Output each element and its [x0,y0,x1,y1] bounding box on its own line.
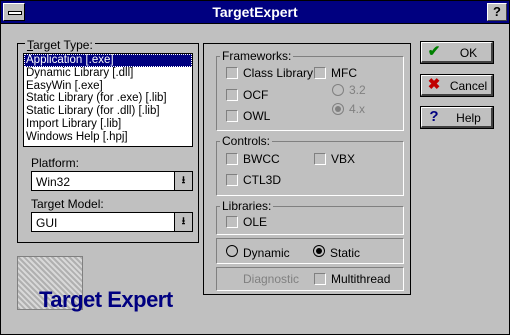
target-expert-dialog: TargetExpert ? Target Type: Application … [0,0,510,335]
vbx-label: VBX [331,152,356,166]
chevron-down-icon[interactable]: ⭳ [174,213,192,231]
owl-label: OWL [243,109,271,123]
dynamic-radio[interactable] [226,245,238,257]
list-item[interactable]: Windows Help [.hpj] [24,131,192,144]
libraries-label: Libraries: [220,199,274,213]
target-model-label: Target Model: [31,197,104,211]
ok-button[interactable]: ✔ OK [421,42,493,63]
multithread-checkbox[interactable] [314,273,326,285]
mfc-version-4x-label: 4.x [349,102,366,116]
cancel-button[interactable]: ✖ Cancel [421,75,493,96]
title-bar: TargetExpert ? [1,1,509,24]
mfc-checkbox[interactable] [314,67,326,79]
multithread-label: Multithread [331,272,391,286]
checkmark-icon: ✔ [427,43,441,60]
class-library-checkbox[interactable] [226,67,238,79]
static-radio[interactable] [313,245,325,257]
static-label: Static [330,246,361,260]
platform-label: Platform: [31,156,80,170]
list-item[interactable]: Import Library [.lib] [24,118,192,131]
target-type-label: Target Type: [25,38,95,52]
mfc-version-32-label: 3.2 [349,83,366,97]
ole-checkbox[interactable] [226,216,238,228]
logo-text: Target Expert [39,287,173,312]
ctl3d-checkbox[interactable] [226,174,238,186]
list-item[interactable]: Static Library (for .dll) [.lib] [24,105,192,118]
help-button[interactable]: ? Help [421,107,493,128]
dynamic-label: Dynamic [243,246,290,260]
ocf-label: OCF [243,88,269,102]
list-item[interactable]: Static Library (for .exe) [.lib] [24,92,192,105]
diagnostic-label: Diagnostic [243,272,300,286]
context-help-button[interactable]: ? [487,3,507,21]
bwcc-checkbox[interactable] [226,153,238,165]
list-item[interactable]: EasyWin [.exe] [24,80,192,93]
target-type-list[interactable]: Application [.exe] Dynamic Library [.dll… [23,53,193,147]
list-item[interactable]: Dynamic Library [.dll] [24,67,192,80]
chevron-down-icon[interactable]: ⭳ [174,172,192,190]
platform-value: Win32 [36,175,71,189]
platform-combo[interactable]: Win32 ⭳ [31,171,193,191]
owl-checkbox[interactable] [226,110,238,122]
ctl3d-label: CTL3D [243,173,282,187]
diagnostic-checkbox [226,273,238,285]
target-model-value: GUI [36,216,58,230]
mfc-version-4x-radio [332,103,344,115]
mfc-version-32-radio [332,84,344,96]
system-menu-button[interactable] [3,3,25,21]
mfc-label: MFC [331,66,357,80]
ole-label: OLE [243,215,268,229]
bwcc-label: BWCC [243,152,280,166]
cancel-button-label: Cancel [449,79,488,93]
ok-button-label: OK [459,46,478,60]
target-model-combo[interactable]: GUI ⭳ [31,212,193,232]
ocf-checkbox[interactable] [226,89,238,101]
class-library-label: Class Library [243,66,314,80]
close-icon: ✖ [427,76,441,93]
controls-group [216,141,404,196]
list-item[interactable]: Application [.exe] [24,54,192,67]
question-mark-icon: ? [429,108,439,125]
window-title: TargetExpert [212,4,298,20]
help-button-label: Help [456,111,481,125]
frameworks-label: Frameworks: [220,49,294,63]
vbx-checkbox[interactable] [314,153,326,165]
controls-label: Controls: [220,134,273,148]
